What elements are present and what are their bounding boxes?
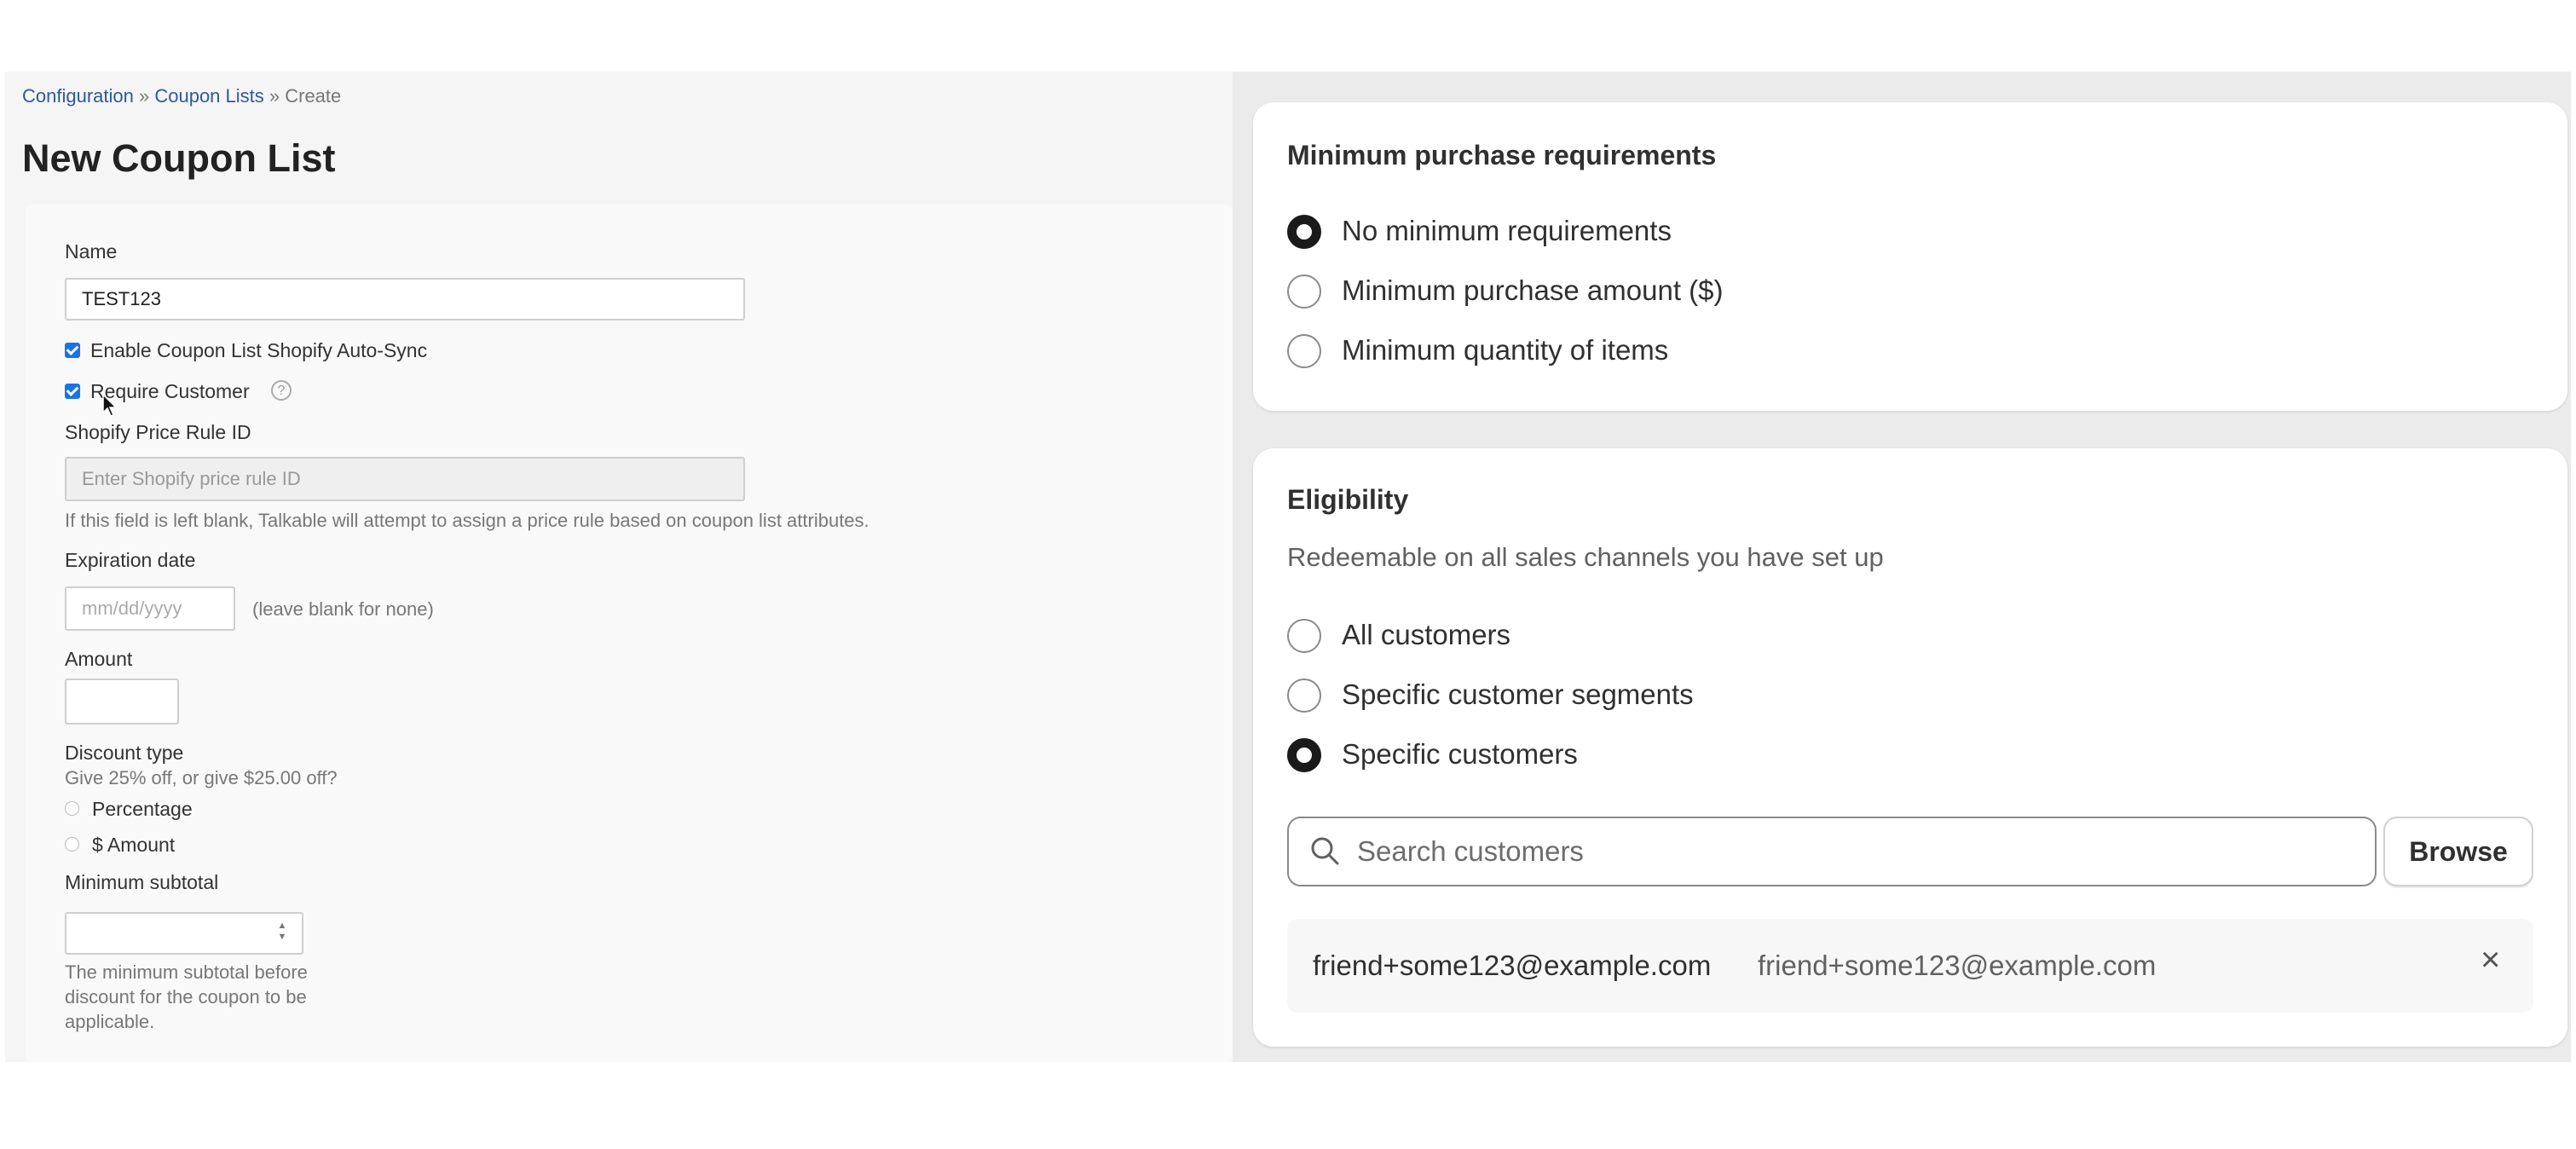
eligibility-card: Eligibility Redeemable on all sales chan… xyxy=(1253,448,2567,1047)
minimum-purchase-card: Minimum purchase requirements No minimum… xyxy=(1253,102,2567,411)
customer-name: friend+some123@example.com xyxy=(1313,950,1712,981)
search-icon xyxy=(1311,837,1339,865)
price-rule-label: Shopify Price Rule ID xyxy=(65,421,251,443)
customer-segments-label: Specific customer segments xyxy=(1342,678,1694,710)
no-minimum-label: No minimum requirements xyxy=(1342,215,1672,246)
min-quantity-radio[interactable] xyxy=(1287,334,1321,368)
specific-customers-radio[interactable] xyxy=(1287,738,1321,772)
price-rule-input[interactable]: Enter Shopify price rule ID xyxy=(65,457,745,501)
mouse-cursor-icon xyxy=(102,394,118,417)
expiration-date-input[interactable]: mm/dd/yyyy xyxy=(65,586,235,631)
amount-label: Amount xyxy=(65,648,133,670)
selected-customer-row: friend+some123@example.com friend+some12… xyxy=(1287,919,2533,1013)
breadcrumb-separator: » xyxy=(133,85,155,107)
breadcrumb-configuration-link[interactable]: Configuration xyxy=(22,85,134,107)
breadcrumb-coupon-lists-link[interactable]: Coupon Lists xyxy=(154,85,263,107)
page-title: New Coupon List xyxy=(22,136,336,180)
breadcrumb-current: Create xyxy=(285,85,342,107)
discount-percentage-radio[interactable] xyxy=(65,801,79,816)
amount-input[interactable] xyxy=(65,678,179,725)
help-icon[interactable]: ? xyxy=(271,380,292,401)
min-subtotal-hint-line3: applicable. xyxy=(65,1011,155,1032)
all-customers-radio[interactable] xyxy=(1287,619,1321,653)
price-rule-hint: If this field is left blank, Talkable wi… xyxy=(65,510,869,531)
discount-amount-label: $ Amount xyxy=(92,834,176,856)
coupon-form-panel: Configuration » Coupon Lists » Create Ne… xyxy=(5,72,1233,1062)
discount-type-hint: Give 25% off, or give $25.00 off? xyxy=(65,767,338,788)
min-quantity-label: Minimum quantity of items xyxy=(1342,334,1669,366)
breadcrumb: Configuration » Coupon Lists » Create xyxy=(22,85,341,107)
discount-amount-radio[interactable] xyxy=(65,837,79,852)
eligibility-subtitle: Redeemable on all sales channels you hav… xyxy=(1287,542,1884,572)
require-customer-checkbox[interactable] xyxy=(65,384,80,399)
breadcrumb-separator: » xyxy=(263,85,286,107)
discount-percentage-label: Percentage xyxy=(92,798,193,820)
discount-type-label: Discount type xyxy=(65,742,184,764)
browse-button[interactable]: Browse xyxy=(2383,817,2533,886)
autosync-checkbox[interactable] xyxy=(65,343,80,358)
expiration-label: Expiration date xyxy=(65,549,196,571)
min-subtotal-label: Minimum subtotal xyxy=(65,871,219,893)
expiration-hint: (leave blank for none) xyxy=(252,598,434,620)
all-customers-label: All customers xyxy=(1342,619,1511,650)
minimum-purchase-title: Minimum purchase requirements xyxy=(1287,140,1717,170)
name-input[interactable]: TEST123 xyxy=(65,278,745,320)
remove-customer-icon[interactable]: × xyxy=(2481,941,2500,979)
min-subtotal-hint-line2: discount for the coupon to be xyxy=(65,986,307,1008)
name-label: Name xyxy=(65,240,118,263)
customer-segments-radio[interactable] xyxy=(1287,678,1321,713)
min-subtotal-hint-line1: The minimum subtotal before xyxy=(65,961,308,983)
specific-customers-label: Specific customers xyxy=(1342,738,1578,770)
search-customers-input[interactable]: Search customers xyxy=(1287,817,2377,886)
customer-email: friend+some123@example.com xyxy=(1758,950,2157,981)
stepper-arrows-icon[interactable]: ▲ ▼ xyxy=(276,921,288,946)
search-placeholder: Search customers xyxy=(1357,835,1584,867)
min-amount-label: Minimum purchase amount ($) xyxy=(1342,274,1724,306)
min-subtotal-input[interactable] xyxy=(65,912,303,955)
eligibility-title: Eligibility xyxy=(1287,484,1409,515)
autosync-label: Enable Coupon List Shopify Auto-Sync xyxy=(90,339,428,361)
no-minimum-radio[interactable] xyxy=(1287,215,1321,249)
min-amount-radio[interactable] xyxy=(1287,274,1321,309)
